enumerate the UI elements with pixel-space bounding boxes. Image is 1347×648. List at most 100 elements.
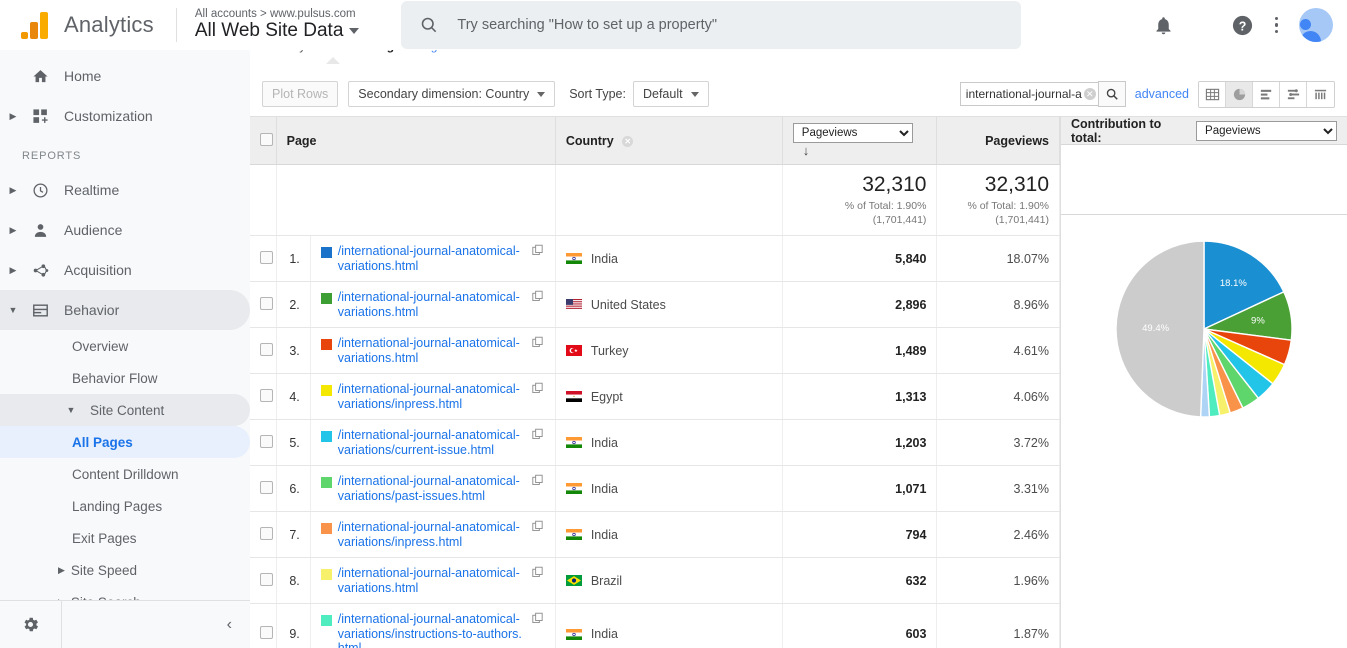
select-all-checkbox[interactable] <box>260 132 273 146</box>
help-icon[interactable]: ? <box>1231 14 1254 37</box>
sidebar-item-behavior[interactable]: ▼ Behavior <box>0 290 250 330</box>
avatar[interactable] <box>1299 8 1333 42</box>
primary-dimension-page-title[interactable]: Page Title <box>416 50 469 53</box>
row-select-cell[interactable] <box>250 373 277 421</box>
sidebar-item-home[interactable]: Home <box>0 56 250 96</box>
country-name: India <box>590 435 618 450</box>
performance-view-icon[interactable] <box>1280 81 1307 107</box>
account-selector[interactable]: All accounts > www.pulsus.com All Web Si… <box>195 8 360 42</box>
page-link[interactable]: /international-journal-anatomical-variat… <box>338 244 526 273</box>
open-external-icon[interactable] <box>532 474 545 490</box>
table-header-row: Page Country ✕ Pageviews ↓ Pageviews <box>250 117 1060 165</box>
contribution-metric-select[interactable]: Pageviews <box>1196 120 1337 141</box>
totals-total-2: (1,701,441) <box>995 214 1049 227</box>
sidebar-item-overview[interactable]: Overview <box>0 330 250 362</box>
row-select-cell[interactable] <box>250 603 277 648</box>
sidebar-item-site-content[interactable]: ▼ Site Content <box>0 394 250 426</box>
row-checkbox[interactable] <box>260 342 273 356</box>
pivot-view-icon[interactable] <box>1307 81 1334 107</box>
primary-dimension-active[interactable]: Page <box>372 50 401 53</box>
row-select-cell[interactable] <box>250 419 277 467</box>
sidebar-subitem-label: All Pages <box>72 434 133 450</box>
page-link[interactable]: /international-journal-anatomical-variat… <box>338 474 526 503</box>
row-select-cell[interactable] <box>250 235 277 283</box>
secondary-dimension-button[interactable]: Secondary dimension: Country <box>348 81 556 107</box>
open-external-icon[interactable] <box>532 382 545 398</box>
totals-pct: % of Total: 1.90% <box>844 200 927 213</box>
sidebar-item-behavior-flow[interactable]: Behavior Flow <box>0 362 250 394</box>
sidebar-item-content-drilldown[interactable]: Content Drilldown <box>0 458 250 490</box>
apps-grid-icon[interactable] <box>1195 18 1210 33</box>
metric-select-header[interactable]: Pageviews ↓ <box>782 117 938 165</box>
row-page-cell: /international-journal-anatomical-variat… <box>310 235 556 283</box>
row-checkbox[interactable] <box>260 480 273 494</box>
row-pageviews-pct: 3.31% <box>936 465 1060 513</box>
open-external-icon[interactable] <box>532 612 545 628</box>
primary-dimension-other[interactable]: Other <box>485 50 515 53</box>
metric-select[interactable]: Pageviews <box>792 123 913 143</box>
more-vert-icon[interactable] <box>1274 16 1278 34</box>
row-checkbox[interactable] <box>260 526 273 540</box>
collapse-sidebar-button[interactable]: ‹ <box>62 616 250 634</box>
open-external-icon[interactable] <box>532 336 545 352</box>
open-external-icon[interactable] <box>532 520 545 536</box>
page-link[interactable]: /international-journal-anatomical-variat… <box>338 290 526 319</box>
row-checkbox[interactable] <box>260 296 273 310</box>
row-select-cell[interactable] <box>250 327 277 375</box>
page-link[interactable]: /international-journal-anatomical-variat… <box>338 382 526 411</box>
open-external-icon[interactable] <box>532 244 545 260</box>
percentage-view-icon[interactable] <box>1253 81 1280 107</box>
row-pageviews: 1,071 <box>782 465 938 513</box>
search-submit-button[interactable] <box>1097 81 1126 107</box>
sort-descending-icon[interactable]: ↓ <box>803 143 810 158</box>
country-column-header[interactable]: Country ✕ <box>555 117 783 165</box>
sidebar-item-landing-pages[interactable]: Landing Pages <box>0 490 250 522</box>
sidebar-item-realtime[interactable]: ▶ Realtime <box>0 170 250 210</box>
sort-type-button[interactable]: Default <box>632 81 709 107</box>
row-checkbox[interactable] <box>260 250 273 264</box>
row-select-cell[interactable] <box>250 511 277 559</box>
table-search[interactable]: ✕ <box>959 81 1126 107</box>
sidebar-item-exit-pages[interactable]: Exit Pages <box>0 522 250 554</box>
sidebar-item-all-pages[interactable]: All Pages <box>0 426 250 458</box>
table-view-icon[interactable] <box>1199 81 1226 107</box>
open-external-icon[interactable] <box>532 290 545 306</box>
row-select-cell[interactable] <box>250 281 277 329</box>
open-external-icon[interactable] <box>532 428 545 444</box>
row-checkbox[interactable] <box>260 388 273 402</box>
sidebar-item-site-speed[interactable]: ▶ Site Speed <box>0 554 250 586</box>
pie-chart[interactable]: 18.1% 9% 49.4% <box>1061 215 1347 648</box>
row-pageviews-pct: 1.96% <box>936 557 1060 605</box>
plot-rows-button[interactable]: Plot Rows <box>262 81 339 107</box>
open-external-icon[interactable] <box>532 566 545 582</box>
sidebar-item-audience[interactable]: ▶ Audience <box>0 210 250 250</box>
row-select-cell[interactable] <box>250 465 277 513</box>
bell-icon[interactable] <box>1153 15 1174 36</box>
table-row: 2. /international-journal-anatomical-vari… <box>250 281 1060 329</box>
series-color-swatch <box>320 293 332 305</box>
row-select-cell[interactable] <box>250 557 277 605</box>
page-link[interactable]: /international-journal-anatomical-variat… <box>338 520 526 549</box>
pageviews-column-header[interactable]: Pageviews <box>936 117 1060 165</box>
page-link[interactable]: /international-journal-anatomical-variat… <box>338 612 526 648</box>
property-name[interactable]: All Web Site Data <box>195 20 360 42</box>
select-all-header[interactable] <box>250 117 277 165</box>
settings-button[interactable] <box>0 601 62 648</box>
advanced-link[interactable]: advanced <box>1135 87 1189 101</box>
page-link[interactable]: /international-journal-anatomical-variat… <box>338 336 526 365</box>
sidebar-item-acquisition[interactable]: ▶ Acquisition <box>0 250 250 290</box>
global-search[interactable]: Try searching "How to set up a property" <box>401 1 1022 49</box>
pie-view-icon[interactable] <box>1226 81 1253 107</box>
row-checkbox[interactable] <box>260 572 273 586</box>
pie-chart-svg[interactable]: 18.1% 9% 49.4% <box>1104 229 1304 429</box>
remove-secondary-dimension-icon[interactable]: ✕ <box>622 135 634 147</box>
page-column-header[interactable]: Page <box>276 117 556 165</box>
table-search-input[interactable] <box>959 82 1100 106</box>
page-link[interactable]: /international-journal-anatomical-variat… <box>338 428 526 457</box>
sidebar-item-customization[interactable]: ▶ Customization <box>0 96 250 136</box>
row-checkbox[interactable] <box>260 626 273 640</box>
row-checkbox[interactable] <box>260 434 273 448</box>
clear-search-icon[interactable]: ✕ <box>1083 88 1096 100</box>
page-link[interactable]: /international-journal-anatomical-variat… <box>338 566 526 595</box>
chevron-right-icon: ▶ <box>9 184 17 195</box>
